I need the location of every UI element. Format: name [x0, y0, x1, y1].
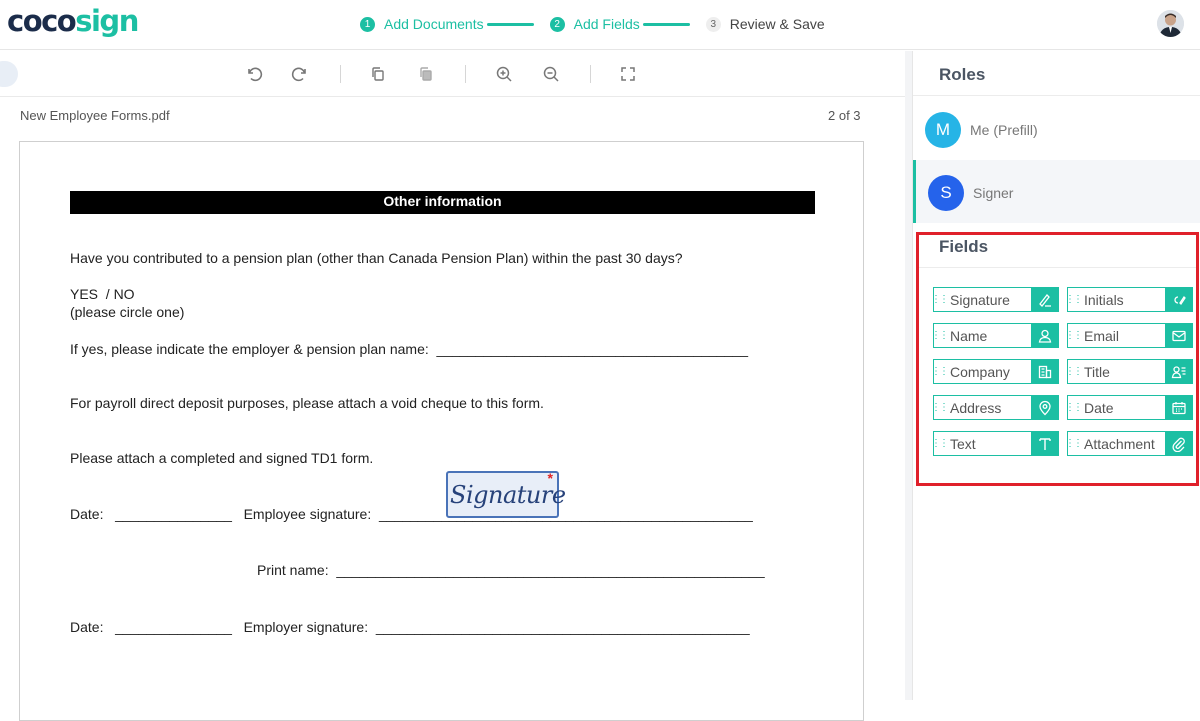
cocosign-logo[interactable]: cocosign — [7, 4, 139, 38]
step-number: 3 — [705, 16, 721, 32]
drag-handle-icon: ⋮⋮ — [931, 438, 949, 449]
role-me-prefill[interactable]: M Me (Prefill) — [913, 97, 1200, 160]
step-label: Add Documents — [384, 16, 484, 32]
divider — [913, 95, 1200, 96]
field-address-button[interactable]: ⋮⋮ Address — [931, 395, 1059, 420]
employee-signature-line: Date: _______________ Employee signature… — [70, 506, 753, 522]
copy-icon[interactable] — [368, 64, 388, 84]
drag-handle-icon: ⋮⋮ — [931, 294, 949, 305]
drag-handle-icon: ⋮⋮ — [931, 366, 949, 377]
field-email-button[interactable]: ⋮⋮ Email — [1065, 323, 1193, 348]
field-date-button[interactable]: ⋮⋮ Date — [1065, 395, 1193, 420]
print-name-line: Print name: ____________________________… — [257, 562, 765, 578]
zoom-out-icon[interactable] — [541, 64, 561, 84]
divider — [919, 267, 1196, 268]
field-text-button[interactable]: ⋮⋮ Text — [931, 431, 1059, 456]
location-pin-icon — [1031, 396, 1058, 419]
field-company-button[interactable]: ⋮⋮ Company — [931, 359, 1059, 384]
top-bar: cocosign 1 Add Documents 2 Add Fields 3 … — [0, 0, 1200, 50]
field-label: Text — [950, 435, 976, 452]
redo-icon[interactable] — [290, 64, 310, 84]
payroll-line: For payroll direct deposit purposes, ple… — [70, 395, 544, 411]
drag-handle-icon: ⋮⋮ — [1065, 366, 1083, 377]
calendar-icon — [1165, 396, 1192, 419]
roles-title: Roles — [939, 65, 986, 84]
signature-field-placed[interactable]: Signature * — [446, 470, 566, 518]
field-label: Email — [1084, 327, 1120, 344]
right-panel: Roles M Me (Prefill) S Signer Fields ⋮⋮ … — [912, 51, 1200, 700]
field-label: Signature — [950, 291, 1010, 308]
field-attachment-button[interactable]: ⋮⋮ Attachment — [1065, 431, 1193, 456]
section-title: Other information — [70, 191, 815, 214]
paste-icon[interactable] — [416, 64, 436, 84]
role-name: Signer — [973, 185, 1014, 201]
drag-handle-icon: ⋮⋮ — [931, 402, 949, 413]
step-add-fields[interactable]: 2 Add Fields — [549, 16, 706, 32]
sidebar-toggle-button[interactable] — [0, 61, 18, 87]
step-review-save[interactable]: 3 Review & Save — [705, 16, 825, 32]
step-number: 1 — [360, 16, 375, 32]
toolbar-divider — [465, 65, 466, 83]
drag-handle-icon: ⋮⋮ — [931, 330, 949, 341]
progress-steps: 1 Add Documents 2 Add Fields 3 Review & … — [360, 14, 825, 34]
toolbar-divider — [590, 65, 591, 83]
step-connector — [642, 22, 690, 26]
drag-handle-icon: ⋮⋮ — [1065, 330, 1083, 341]
step-label: Add Fields — [573, 16, 640, 32]
field-label: Attachment — [1084, 435, 1155, 452]
role-name: Me (Prefill) — [970, 122, 1038, 138]
zoom-in-icon[interactable] — [494, 64, 514, 84]
td1-line: Please attach a completed and signed TD1… — [70, 450, 374, 466]
field-label: Initials — [1084, 291, 1124, 308]
drag-handle-icon: ⋮⋮ — [1065, 402, 1083, 413]
role-avatar: M — [925, 112, 961, 148]
role-signer[interactable]: S Signer — [913, 160, 1200, 223]
field-label: Date — [1084, 399, 1114, 416]
employer-signature-line: Date: _______________ Employer signature… — [70, 619, 750, 635]
drag-handle-icon: ⋮⋮ — [1065, 294, 1083, 305]
document-toolbar — [0, 51, 905, 97]
field-name-button[interactable]: ⋮⋮ Name — [931, 323, 1059, 348]
step-connector — [486, 22, 534, 26]
step-number: 2 — [549, 16, 565, 32]
document-viewer: New Employee Forms.pdf 2 of 3 Other info… — [0, 97, 905, 721]
field-title-button[interactable]: ⋮⋮ Title — [1065, 359, 1193, 384]
field-initials-button[interactable]: ⋮⋮ Initials — [1065, 287, 1193, 312]
signature-pen-icon — [1031, 288, 1058, 311]
document-page[interactable]: Other information Have you contributed t… — [19, 141, 864, 721]
circle-instruction: (please circle one) — [70, 304, 185, 320]
page-indicator: 2 of 3 — [828, 108, 861, 123]
drag-handle-icon: ⋮⋮ — [1065, 438, 1083, 449]
text-t-icon — [1031, 432, 1058, 455]
toolbar-divider — [340, 65, 341, 83]
envelope-icon — [1165, 324, 1192, 347]
field-label: Address — [950, 399, 1002, 416]
field-label: Name — [950, 327, 988, 344]
undo-icon[interactable] — [244, 64, 264, 84]
fields-title: Fields — [939, 237, 989, 256]
document-filename: New Employee Forms.pdf — [20, 108, 170, 123]
role-avatar: S — [928, 175, 964, 211]
person-icon — [1031, 324, 1058, 347]
building-icon — [1031, 360, 1058, 383]
required-mark: * — [547, 470, 553, 486]
employer-line: If yes, please indicate the employer & p… — [70, 341, 748, 357]
step-label: Review & Save — [729, 16, 825, 32]
yes-no-option: YES / NO — [70, 286, 135, 302]
field-signature-button[interactable]: ⋮⋮ Signature — [931, 287, 1059, 312]
field-label: Title — [1084, 363, 1110, 380]
fullscreen-icon[interactable] — [618, 64, 638, 84]
person-lines-icon — [1165, 360, 1192, 383]
pension-question: Have you contributed to a pension plan (… — [70, 250, 683, 266]
paperclip-icon — [1165, 432, 1192, 455]
user-avatar[interactable] — [1157, 10, 1184, 37]
initials-pen-icon — [1165, 288, 1192, 311]
field-label: Company — [950, 363, 1010, 380]
step-add-documents[interactable]: 1 Add Documents — [360, 16, 550, 32]
